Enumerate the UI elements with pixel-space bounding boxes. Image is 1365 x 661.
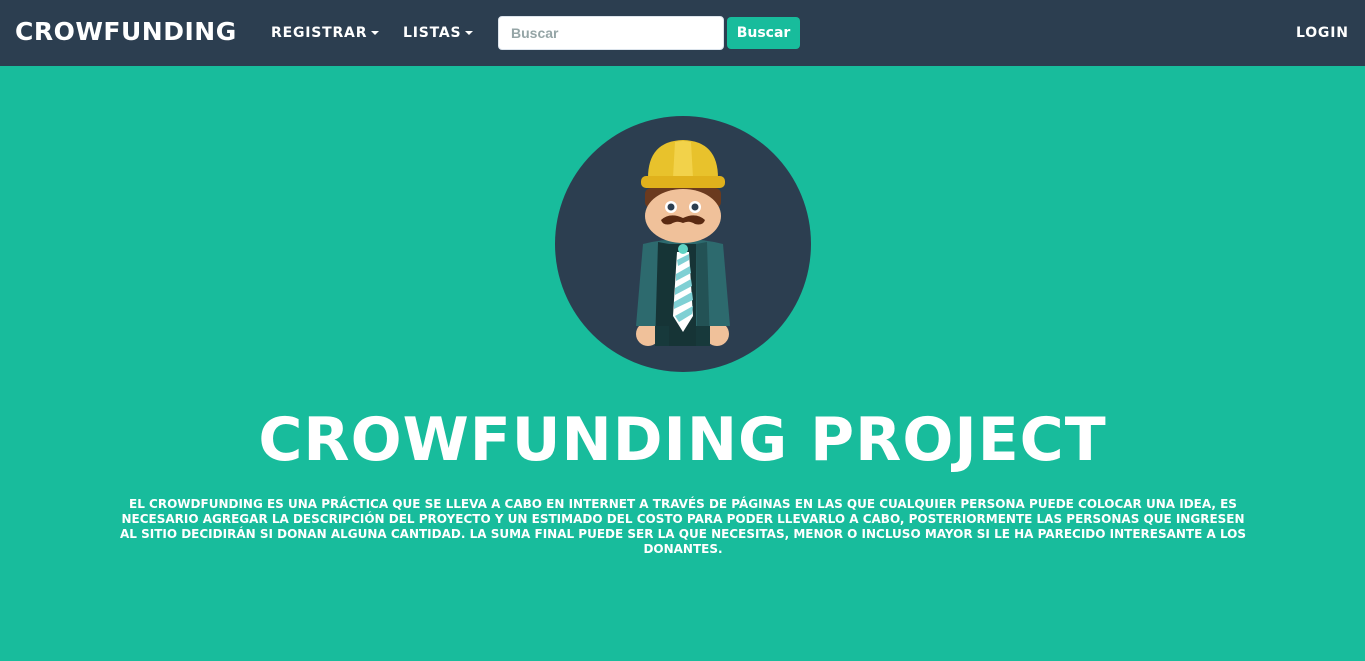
- hero-title: CROWFUNDING PROJECT: [258, 405, 1107, 475]
- navbar: CROWFUNDING REGISTRAR LISTAS Buscar LOGI…: [0, 0, 1365, 66]
- nav-registrar-dropdown[interactable]: REGISTRAR: [271, 25, 380, 41]
- nav-listas-label: LISTAS: [403, 25, 462, 41]
- search-button[interactable]: Buscar: [727, 17, 800, 49]
- caret-down-icon: [371, 31, 380, 35]
- search-input[interactable]: [498, 16, 724, 50]
- login-link[interactable]: LOGIN: [1296, 25, 1349, 41]
- nav-listas-dropdown[interactable]: LISTAS: [403, 25, 474, 41]
- brand-logo[interactable]: CROWFUNDING: [15, 17, 237, 46]
- caret-down-icon: [465, 31, 474, 35]
- nav-registrar-label: REGISTRAR: [271, 25, 368, 41]
- construction-worker-avatar-icon: [555, 116, 811, 372]
- hero-description: EL CROWDFUNDING ES UNA PRÁCTICA QUE SE L…: [119, 497, 1247, 556]
